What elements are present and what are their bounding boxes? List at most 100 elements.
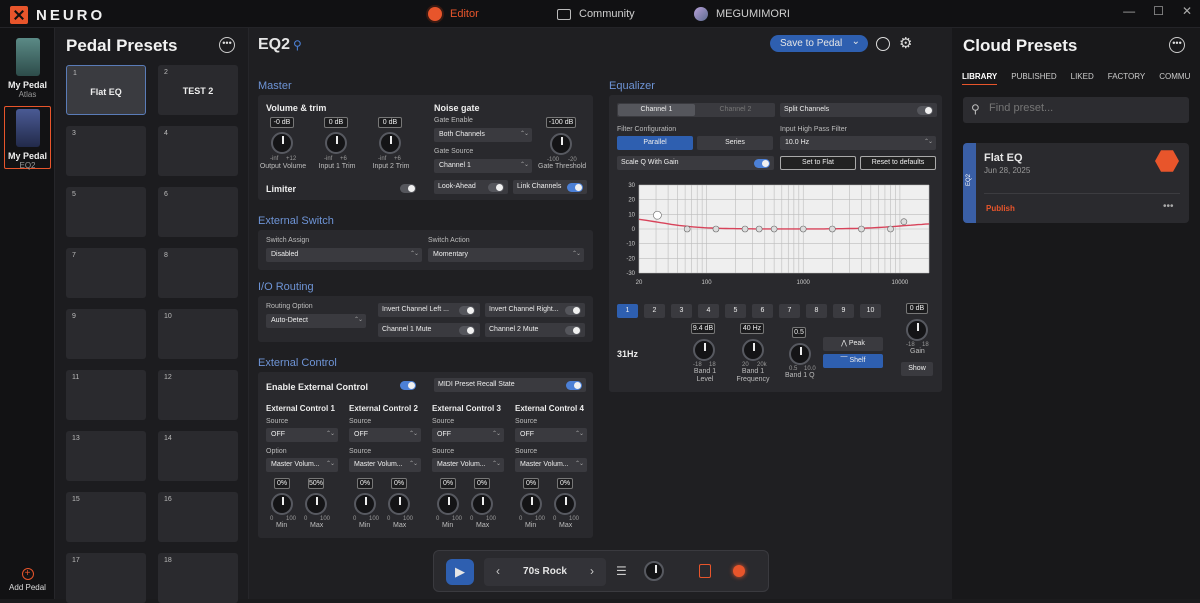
ext-ctrl-knob-value[interactable]: 50%: [308, 478, 324, 489]
band-button[interactable]: 9: [833, 304, 854, 318]
playlist-icon[interactable]: ☰: [616, 564, 627, 578]
preset-slot[interactable]: 9: [66, 309, 146, 359]
tab-published[interactable]: PUBLISHED: [1011, 72, 1056, 85]
ext-ctrl-option-select[interactable]: Master Volum...: [266, 458, 338, 472]
gear-icon[interactable]: ⚙: [899, 34, 912, 52]
save-to-pedal-button[interactable]: Save to Pedal ⌄: [770, 35, 868, 52]
minimize-button[interactable]: —: [1123, 4, 1135, 18]
split-channels-toggle[interactable]: [917, 106, 933, 115]
band-point[interactable]: [858, 225, 865, 233]
ext-ctrl-source-select[interactable]: OFF: [266, 428, 338, 442]
tuner-icon[interactable]: [876, 37, 890, 51]
band-point[interactable]: [712, 225, 720, 233]
ext-ctrl-knob[interactable]: [388, 493, 410, 515]
ext-ctrl-knob[interactable]: [437, 493, 459, 515]
ext-ctrl-knob[interactable]: [520, 493, 542, 515]
master-knob[interactable]: [379, 132, 401, 154]
lookahead-toggle[interactable]: [488, 183, 504, 192]
gain-value[interactable]: 0 dB: [906, 303, 928, 314]
band-freq-knob[interactable]: [742, 339, 764, 361]
band-point[interactable]: [741, 225, 749, 233]
master-knob-value[interactable]: -0 dB: [270, 117, 294, 128]
band-point[interactable]: [900, 218, 908, 225]
preset-slot[interactable]: 17: [66, 553, 146, 603]
volume-knob[interactable]: [644, 561, 664, 581]
band-button[interactable]: 7: [779, 304, 800, 318]
nav-user[interactable]: MEGUMIMORI: [694, 0, 790, 28]
tab-factory[interactable]: FACTORY: [1108, 72, 1146, 85]
parallel-button[interactable]: Parallel: [617, 136, 693, 150]
band-level-knob[interactable]: [693, 339, 715, 361]
ext-ctrl-knob-value[interactable]: 0%: [357, 478, 373, 489]
preset-slot[interactable]: 5: [66, 187, 146, 237]
preset-slot[interactable]: 1 Flat EQ: [66, 65, 146, 115]
hpf-select[interactable]: 10.0 Hz: [780, 136, 936, 150]
chevron-down-icon[interactable]: ⌄: [852, 36, 860, 47]
peak-button[interactable]: ⋀ Peak: [823, 337, 883, 351]
band-point[interactable]: [799, 225, 807, 233]
switch-action-select[interactable]: Momentary: [428, 248, 584, 262]
preset-slot[interactable]: 16: [158, 492, 238, 542]
band-button[interactable]: 8: [806, 304, 827, 318]
search-input[interactable]: [989, 102, 1179, 114]
presets-more-icon[interactable]: •••: [219, 37, 235, 53]
band-button[interactable]: 2: [644, 304, 665, 318]
ext-ctrl-source-select[interactable]: OFF: [515, 428, 587, 442]
ext-ctrl-option-select[interactable]: Master Volum...: [515, 458, 587, 472]
master-knob[interactable]: [271, 132, 293, 154]
preset-slot[interactable]: 11: [66, 370, 146, 420]
ext-ctrl-knob[interactable]: [305, 493, 327, 515]
gate-threshold-value[interactable]: -100 dB: [546, 117, 576, 128]
preset-card[interactable]: EQ2 Flat EQ Jun 28, 2025 Publish •••: [963, 143, 1189, 223]
band-point[interactable]: [887, 225, 894, 233]
band-level-value[interactable]: 9.4 dB: [691, 323, 715, 334]
gain-knob[interactable]: [906, 319, 928, 341]
ext-ctrl-knob-value[interactable]: 0%: [440, 478, 456, 489]
series-button[interactable]: Series: [697, 136, 773, 150]
show-button[interactable]: Show: [901, 362, 933, 376]
preset-slot[interactable]: 15: [66, 492, 146, 542]
preset-slot[interactable]: 6: [158, 187, 238, 237]
limiter-toggle[interactable]: [400, 184, 416, 193]
pedal-eq2[interactable]: My Pedal EQ2: [4, 106, 51, 170]
record-device-icon[interactable]: [699, 564, 711, 578]
preset-slot[interactable]: 8: [158, 248, 238, 298]
preset-slot[interactable]: 2 TEST 2: [158, 65, 238, 115]
routing-option-select[interactable]: Auto-Detect: [266, 314, 366, 328]
ext-ctrl-knob[interactable]: [471, 493, 493, 515]
ext-ctrl-knob-value[interactable]: 0%: [523, 478, 539, 489]
preset-slot[interactable]: 14: [158, 431, 238, 481]
tab-channel-1[interactable]: Channel 1: [618, 104, 695, 116]
close-button[interactable]: ✕: [1182, 4, 1192, 18]
band-button[interactable]: 4: [698, 304, 719, 318]
gate-enable-select[interactable]: Both Channels: [434, 128, 532, 142]
band-button[interactable]: 6: [752, 304, 773, 318]
switch-assign-select[interactable]: Disabled: [266, 248, 422, 262]
gate-source-select[interactable]: Channel 1: [434, 159, 532, 173]
ext-ctrl-knob-value[interactable]: 0%: [391, 478, 407, 489]
reset-defaults-button[interactable]: Reset to defaults: [860, 156, 936, 170]
enable-ext-ctrl-toggle[interactable]: [400, 381, 416, 390]
preset-slot[interactable]: 4: [158, 126, 238, 176]
shelf-button[interactable]: ⎺ Shelf: [823, 354, 883, 368]
band-point[interactable]: [653, 210, 662, 220]
ext-ctrl-knob[interactable]: [554, 493, 576, 515]
band-q-value[interactable]: 0.5: [792, 327, 806, 338]
add-pedal-button[interactable]: + Add Pedal: [0, 568, 55, 592]
preset-slot[interactable]: 10: [158, 309, 238, 359]
ext-ctrl-option-select[interactable]: Master Volum...: [349, 458, 421, 472]
maximize-button[interactable]: ☐: [1153, 4, 1164, 18]
band-point[interactable]: [683, 225, 691, 233]
band-point[interactable]: [770, 225, 778, 233]
record-icon[interactable]: [733, 565, 745, 577]
tab-liked[interactable]: LIKED: [1071, 72, 1094, 85]
ch2-mute-toggle[interactable]: [565, 326, 581, 335]
ch1-mute-toggle[interactable]: [459, 326, 475, 335]
ext-ctrl-source-select[interactable]: OFF: [349, 428, 421, 442]
ext-ctrl-knob-value[interactable]: 0%: [557, 478, 573, 489]
play-button[interactable]: ▶: [446, 559, 474, 585]
tab-library[interactable]: LIBRARY: [962, 72, 998, 85]
nav-community[interactable]: Community: [557, 0, 635, 28]
band-point[interactable]: [829, 225, 836, 233]
band-freq-value[interactable]: 40 Hz: [740, 323, 764, 334]
